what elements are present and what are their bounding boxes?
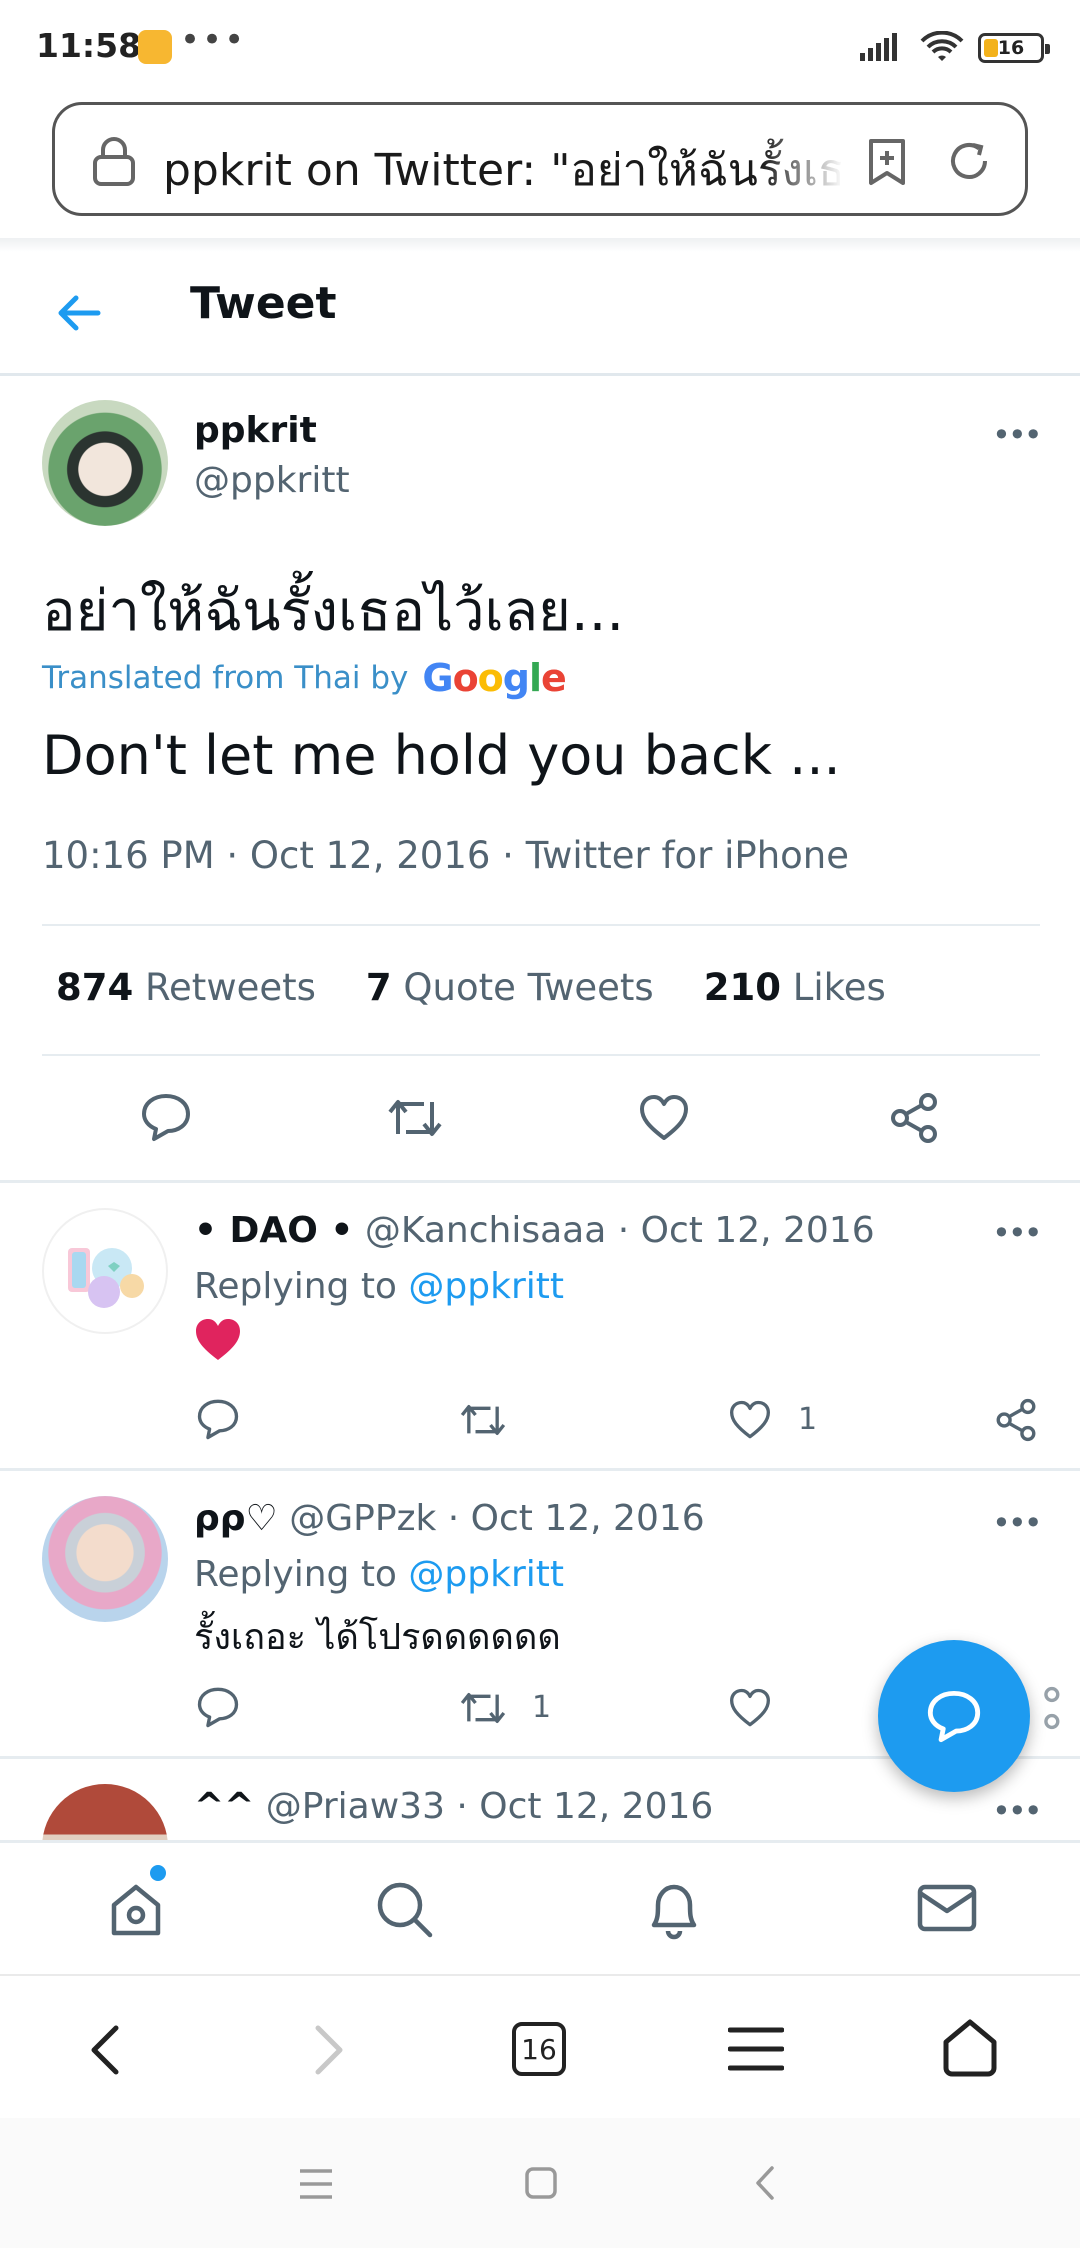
lock-icon — [93, 137, 135, 186]
browser-forward-icon[interactable] — [308, 2022, 348, 2078]
reply-text: รั้งเถอะ ได้โปรดดดดดด — [194, 1617, 561, 1658]
notifications-bell-icon[interactable] — [644, 1879, 704, 1941]
more-options-icon[interactable]: ••• — [992, 416, 1043, 454]
retweet-icon[interactable] — [386, 1094, 444, 1142]
author-handle[interactable]: @ppkritt — [194, 460, 350, 501]
back-arrow-icon[interactable] — [54, 288, 104, 338]
retweets-count: 874 — [56, 966, 134, 1009]
retweet-icon[interactable] — [458, 1400, 508, 1440]
url-text[interactable]: ppkrit on Twitter: "อย่าให้ฉันรั้งเธอไว้… — [163, 135, 843, 205]
retweets-label: Retweets — [145, 966, 316, 1009]
reply-icon[interactable] — [196, 1398, 240, 1440]
browser-home-icon[interactable] — [940, 2018, 1000, 2078]
tweet-header: Tweet — [0, 252, 1080, 376]
replying-handle-link[interactable]: @ppkritt — [408, 1266, 564, 1307]
browser-back-icon[interactable] — [86, 2022, 126, 2078]
system-home-icon[interactable] — [524, 2166, 558, 2200]
notification-app-icon — [138, 30, 172, 64]
tweet-text: อย่าให้ฉันรั้งเธอไว้เลย... — [42, 579, 625, 644]
quotes-label: Quote Tweets — [403, 966, 654, 1009]
status-bar: 11:58 ••• 16 — [0, 0, 1080, 96]
likes-stat[interactable]: 210 Likes — [704, 966, 886, 1009]
divider — [0, 1468, 1080, 1471]
wifi-icon — [920, 31, 964, 61]
reply-icon[interactable] — [196, 1686, 240, 1728]
quotes-count: 7 — [365, 966, 392, 1009]
more-options-icon[interactable]: ••• — [992, 1792, 1043, 1830]
avatar-image — [68, 1248, 144, 1308]
messages-icon[interactable] — [916, 1879, 978, 1937]
reply-author-name[interactable]: ρρ♡ — [194, 1498, 278, 1539]
reply-icon[interactable] — [140, 1092, 192, 1142]
reply-author[interactable]: ρρ♡ @GPPzk · Oct 12, 2016 — [194, 1498, 705, 1539]
battery-level: 16 — [997, 37, 1025, 59]
tweet-timestamp: 10:16 PM · Oct 12, 2016 · Twitter for iP… — [42, 834, 849, 877]
replying-to: Replying to @ppkritt — [194, 1266, 564, 1307]
share-icon[interactable] — [888, 1092, 940, 1144]
menu-icon[interactable] — [728, 2026, 784, 2072]
heart-emoji — [196, 1319, 240, 1360]
reply-bubble-icon — [927, 1690, 981, 1743]
retweets-stat[interactable]: 874 Retweets — [56, 966, 316, 1009]
divider — [0, 1180, 1080, 1183]
retweet-count: 1 — [532, 1690, 552, 1725]
more-options-icon[interactable]: ••• — [992, 1504, 1043, 1542]
system-back-icon[interactable] — [752, 2164, 778, 2202]
battery-icon: 16 — [978, 33, 1050, 63]
avatar[interactable] — [42, 400, 168, 526]
retweet-icon[interactable] — [458, 1688, 508, 1728]
home-notification-dot — [150, 1865, 166, 1881]
system-navigation-bar — [0, 2118, 1080, 2248]
reply-handle-date[interactable]: @GPPzk · Oct 12, 2016 — [289, 1498, 704, 1539]
divider — [42, 924, 1040, 926]
replying-to: Replying to @ppkritt — [194, 1554, 564, 1595]
tabs-button[interactable]: 16 — [512, 2022, 566, 2076]
home-icon[interactable] — [106, 1879, 166, 1939]
replying-label: Replying to — [194, 1554, 397, 1595]
likes-count: 210 — [703, 966, 781, 1009]
avatar[interactable] — [42, 1208, 168, 1334]
replying-handle-link[interactable]: @ppkritt — [408, 1554, 564, 1595]
author-name[interactable]: ppkrit — [194, 410, 317, 451]
browser-toolbar: 16 — [0, 1974, 1080, 2118]
divider — [0, 238, 1080, 252]
quotes-stat[interactable]: 7 Quote Tweets — [366, 966, 654, 1009]
twitter-bottom-nav — [0, 1840, 1080, 1974]
reply-author-name[interactable]: • DAO • — [194, 1210, 353, 1251]
like-icon[interactable] — [728, 1688, 772, 1728]
more-notifications-icon: ••• — [180, 20, 247, 60]
compose-reply-button[interactable] — [878, 1640, 1030, 1792]
page-title: Tweet — [190, 278, 337, 329]
google-logo: Google — [422, 656, 566, 700]
reply-author[interactable]: ^^ @Priaw33 · Oct 12, 2016 — [194, 1786, 713, 1827]
translated-text: Don't let me hold you back ... — [42, 724, 841, 787]
share-icon[interactable] — [1018, 1686, 1062, 1730]
reply-handle-date[interactable]: @Kanchisaaa · Oct 12, 2016 — [365, 1210, 875, 1251]
recent-apps-icon[interactable] — [298, 2168, 334, 2200]
translation-attribution[interactable]: Translated from Thai by Google — [42, 656, 567, 700]
signal-icon — [860, 33, 897, 61]
share-icon[interactable] — [994, 1398, 1038, 1442]
add-bookmark-icon[interactable] — [865, 137, 909, 187]
tweet-stats: 874 Retweets 7 Quote Tweets 210 Likes — [56, 966, 886, 1009]
url-bar[interactable]: ppkrit on Twitter: "อย่าให้ฉันรั้งเธอไว้… — [52, 102, 1028, 216]
avatar[interactable] — [42, 1496, 168, 1622]
reply-author[interactable]: • DAO • @Kanchisaaa · Oct 12, 2016 — [194, 1210, 875, 1251]
like-icon[interactable] — [638, 1094, 690, 1142]
like-count: 1 — [798, 1402, 818, 1437]
reply-handle-date[interactable]: @Priaw33 · Oct 12, 2016 — [266, 1786, 714, 1827]
likes-label: Likes — [792, 966, 886, 1009]
reload-icon[interactable] — [945, 137, 993, 185]
translated-label: Translated from Thai by — [42, 660, 409, 696]
more-options-icon[interactable]: ••• — [992, 1214, 1043, 1252]
search-icon[interactable] — [374, 1879, 434, 1939]
divider — [42, 1054, 1040, 1056]
replying-label: Replying to — [194, 1266, 397, 1307]
status-time: 11:58 — [36, 26, 142, 65]
reply-author-name[interactable]: ^^ — [194, 1786, 254, 1827]
like-icon[interactable] — [728, 1400, 772, 1440]
